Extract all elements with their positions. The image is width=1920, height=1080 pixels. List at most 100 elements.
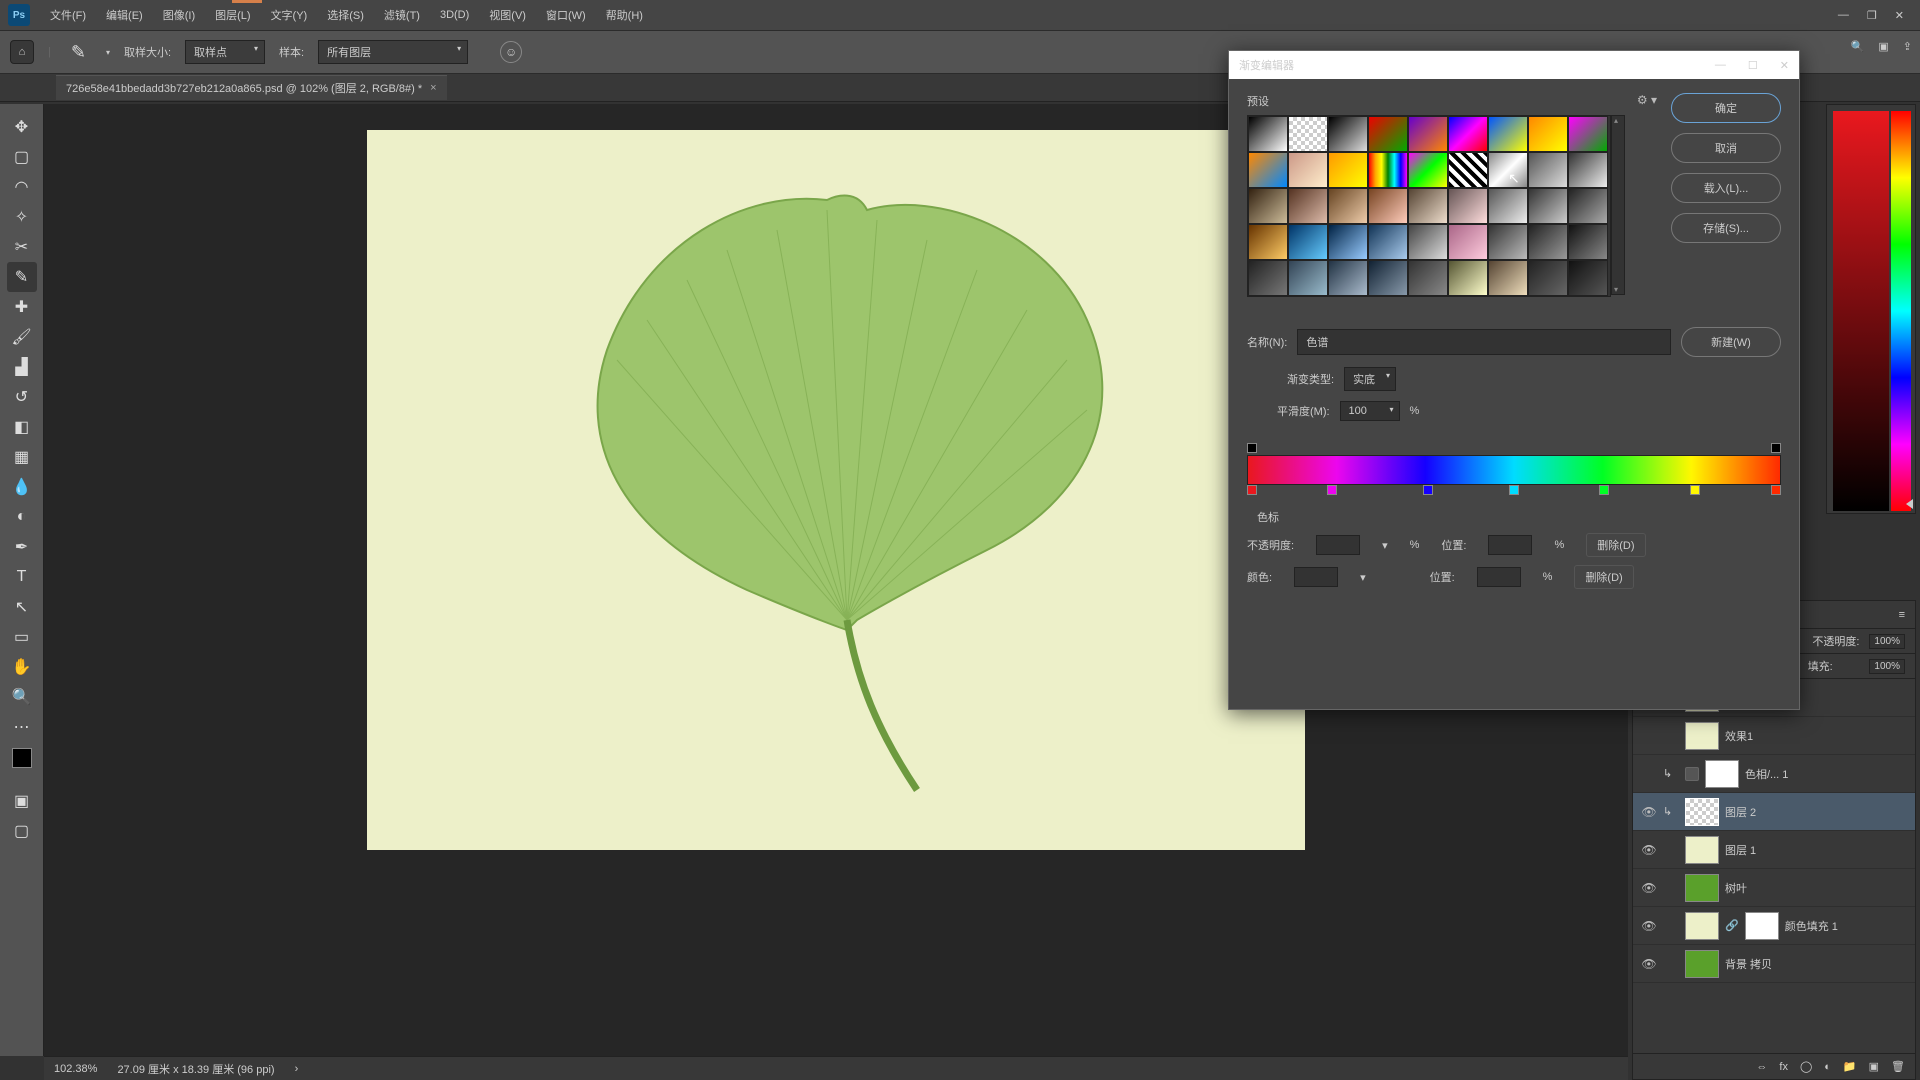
search-icon[interactable]: 🔍 [1851, 40, 1865, 53]
gear-icon[interactable]: ⚙ ▾ [1637, 93, 1657, 109]
preset-swatch[interactable] [1528, 188, 1568, 224]
visibility-icon[interactable]: 👁 [1641, 881, 1657, 895]
blur-tool[interactable]: 💧 [7, 472, 37, 502]
save-button[interactable]: 存储(S)... [1671, 213, 1781, 243]
gradient-tool[interactable]: ▦ [7, 442, 37, 472]
color-stops-track[interactable] [1247, 485, 1781, 499]
fill-value[interactable]: 100% [1869, 659, 1905, 674]
quickmask-tool[interactable]: ▣ [7, 786, 37, 816]
layer-row[interactable]: 👁 🔗 颜色填充 1 [1633, 907, 1915, 945]
dialog-titlebar[interactable]: 渐变编辑器 — ☐ ✕ [1229, 51, 1799, 79]
layer-name[interactable]: 效果1 [1725, 728, 1753, 744]
zoom-tool[interactable]: 🔍 [7, 682, 37, 712]
preset-swatch[interactable] [1408, 224, 1448, 260]
layer-thumbnail[interactable] [1685, 912, 1719, 940]
layer-name[interactable]: 背景 拷贝 [1725, 956, 1772, 972]
group-icon[interactable]: 📁 [1843, 1060, 1857, 1073]
color-stop[interactable] [1247, 485, 1257, 495]
preset-swatch[interactable] [1368, 224, 1408, 260]
preset-swatch[interactable] [1368, 152, 1408, 188]
mask-thumbnail[interactable] [1745, 912, 1779, 940]
opacity-field-input[interactable] [1316, 535, 1360, 555]
preset-swatch[interactable] [1328, 224, 1368, 260]
layer-thumbnail[interactable] [1685, 798, 1719, 826]
preset-swatch[interactable] [1248, 260, 1288, 296]
delete-color-stop-button[interactable]: 删除(D) [1574, 565, 1633, 589]
layer-name[interactable]: 图层 2 [1725, 804, 1756, 820]
eraser-tool[interactable]: ◧ [7, 412, 37, 442]
visibility-icon[interactable]: 👁 [1641, 919, 1657, 933]
eyedropper-icon[interactable]: ✎ [65, 42, 92, 63]
share-icon[interactable]: ⇪ [1903, 40, 1912, 53]
color-picker-square[interactable] [1833, 111, 1889, 511]
preset-swatch[interactable] [1448, 152, 1488, 188]
preset-swatch[interactable] [1408, 116, 1448, 152]
preset-swatch[interactable] [1568, 188, 1608, 224]
preset-swatch[interactable] [1528, 260, 1568, 296]
preset-swatch[interactable] [1448, 260, 1488, 296]
dodge-tool[interactable]: ◐ [7, 502, 37, 532]
preset-swatch[interactable] [1288, 116, 1328, 152]
menu-view[interactable]: 视图(V) [479, 0, 536, 30]
layer-row[interactable]: ↳ 色相/... 1 [1633, 755, 1915, 793]
preset-swatch[interactable] [1568, 116, 1608, 152]
layer-thumbnail[interactable] [1685, 722, 1719, 750]
link-layers-icon[interactable]: ⇔ [1756, 1061, 1767, 1073]
color-stop[interactable] [1771, 485, 1781, 495]
wand-tool[interactable]: ✧ [7, 202, 37, 232]
app-icon[interactable]: Ps [8, 4, 30, 26]
brush-tool[interactable]: 🖌 [7, 322, 37, 352]
menu-edit[interactable]: 编辑(E) [96, 0, 153, 30]
new-layer-icon[interactable]: ▣ [1869, 1060, 1879, 1073]
type-dropdown[interactable]: 实底 [1344, 367, 1396, 391]
smiley-icon[interactable]: ☺ [500, 41, 522, 63]
smoothness-input[interactable]: 100 [1340, 401, 1400, 421]
workspace-icon[interactable]: ▣ [1878, 40, 1888, 53]
preset-swatch[interactable] [1328, 260, 1368, 296]
visibility-icon[interactable]: 👁 [1641, 957, 1657, 971]
delete-opacity-stop-button[interactable]: 删除(D) [1586, 533, 1645, 557]
adjustment-icon[interactable]: ◐ [1824, 1061, 1831, 1073]
dialog-maximize-icon[interactable]: ☐ [1748, 59, 1758, 72]
layer-name[interactable]: 树叶 [1725, 880, 1747, 896]
more-tools[interactable]: ⋯ [7, 712, 37, 742]
tab-close-icon[interactable]: × [430, 82, 436, 94]
window-close-icon[interactable]: ✕ [1895, 9, 1904, 22]
preset-swatch[interactable] [1568, 224, 1608, 260]
name-input[interactable]: 色谱 [1297, 329, 1671, 355]
color-stop[interactable] [1327, 485, 1337, 495]
preset-swatch[interactable] [1568, 152, 1608, 188]
preset-swatch[interactable] [1408, 260, 1448, 296]
preset-swatch[interactable] [1448, 224, 1488, 260]
preset-scrollbar[interactable] [1611, 115, 1625, 295]
chevron-right-icon[interactable]: › [295, 1063, 299, 1075]
ok-button[interactable]: 确定 [1671, 93, 1781, 123]
window-restore-icon[interactable]: ❐ [1867, 9, 1877, 22]
menu-layer[interactable]: 图层(L) [205, 0, 260, 30]
color-stop[interactable] [1509, 485, 1519, 495]
preset-swatch[interactable] [1248, 152, 1288, 188]
layer-name[interactable]: 颜色填充 1 [1785, 918, 1838, 934]
lasso-tool[interactable]: ◠ [7, 172, 37, 202]
hue-slider[interactable] [1891, 111, 1911, 511]
preset-swatch[interactable] [1368, 116, 1408, 152]
foreground-background-swatch[interactable] [12, 748, 32, 768]
move-tool[interactable]: ✥ [7, 112, 37, 142]
preset-swatch[interactable] [1528, 224, 1568, 260]
hand-tool[interactable]: ✋ [7, 652, 37, 682]
menu-image[interactable]: 图像(I) [153, 0, 205, 30]
layer-row[interactable]: 👁↳ 图层 2 [1633, 793, 1915, 831]
crop-tool[interactable]: ✂ [7, 232, 37, 262]
preset-swatch[interactable] [1288, 260, 1328, 296]
preset-swatch[interactable] [1328, 152, 1368, 188]
menu-type[interactable]: 文字(Y) [261, 0, 318, 30]
layer-name[interactable]: 色相/... 1 [1745, 766, 1788, 782]
layer-name[interactable]: 图层 1 [1725, 842, 1756, 858]
visibility-icon[interactable]: 👁 [1641, 843, 1657, 857]
window-minimize-icon[interactable]: — [1838, 9, 1849, 22]
preset-swatch[interactable] [1448, 116, 1488, 152]
sample-size-dropdown[interactable]: 取样点 [185, 40, 265, 64]
color-stop[interactable] [1599, 485, 1609, 495]
preset-swatch[interactable] [1248, 188, 1288, 224]
history-brush-tool[interactable]: ↺ [7, 382, 37, 412]
